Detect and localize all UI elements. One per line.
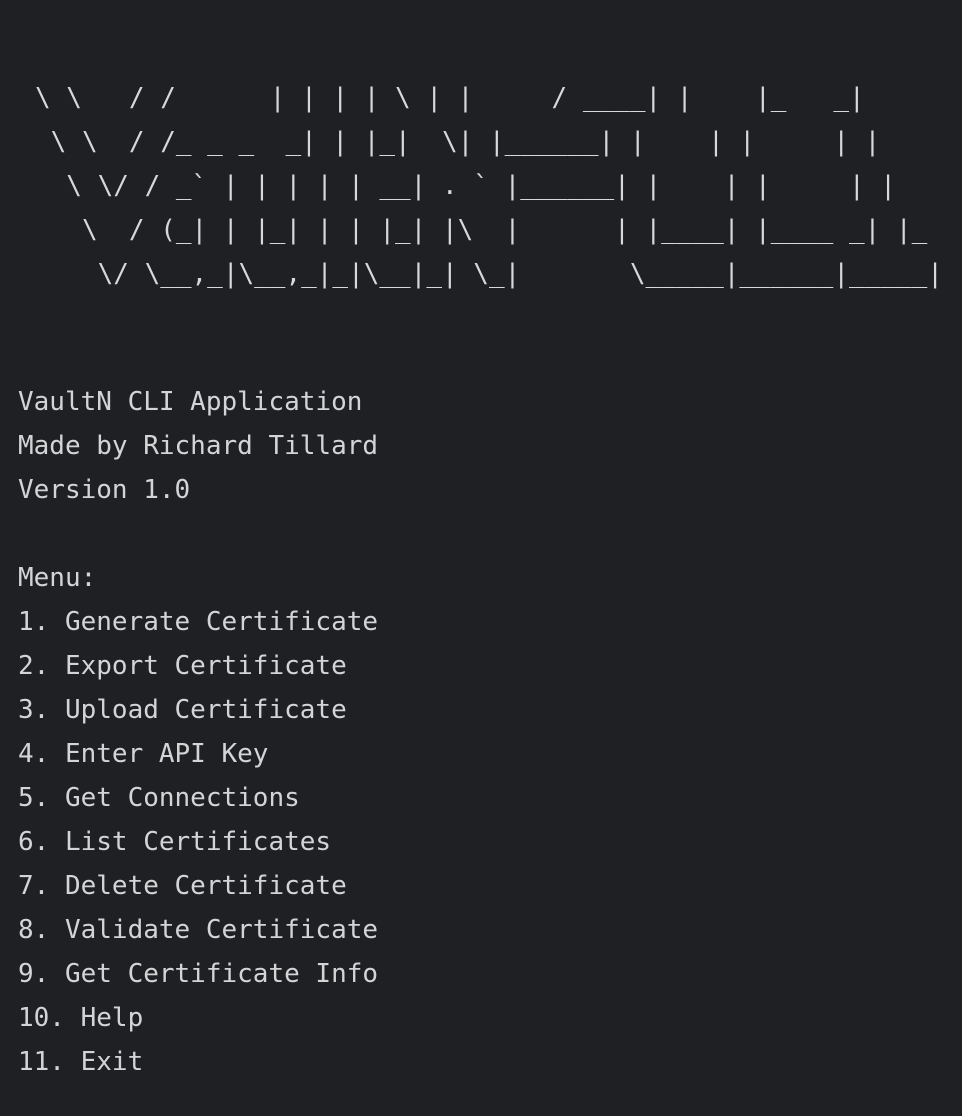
menu-list: 1. Generate Certificate 2. Export Certif… (18, 600, 378, 1084)
app-version: Version 1.0 (18, 475, 191, 505)
menu-item-export-certificate: 2. Export Certificate (18, 651, 347, 681)
menu-item-get-connections: 5. Get Connections (18, 783, 300, 813)
menu-item-generate-certificate: 1. Generate Certificate (18, 607, 379, 637)
app-author: Made by Richard Tillard (18, 431, 379, 461)
menu-title: Menu: (18, 563, 97, 593)
menu-item-upload-certificate: 3. Upload Certificate (18, 695, 347, 725)
menu-item-help: 10. Help (18, 1003, 144, 1033)
menu-item-enter-api-key: 4. Enter API Key (18, 739, 269, 769)
ascii-banner-line: \ \ / /_ _ _ _| | |_| \| |______| | | | … (35, 127, 881, 157)
ascii-banner-line: \ / (_| | |_| | | |_| |\ | | |____| |___… (35, 215, 928, 245)
menu-item-list-certificates: 6. List Certificates (18, 827, 332, 857)
ascii-banner-line: \ \/ / _` | | | | | __| . ` |______| | |… (35, 171, 896, 201)
app-name: VaultN CLI Application (18, 387, 363, 417)
terminal-window: \ \ / / | | | | \ | | / ____| | |_ _| \ … (0, 0, 962, 1116)
ascii-banner: \ \ / / | | | | \ | | / ____| | |_ _| \ … (35, 76, 943, 296)
menu-item-validate-certificate: 8. Validate Certificate (18, 915, 379, 945)
menu-item-exit: 11. Exit (18, 1047, 144, 1077)
terminal-output: VaultN CLI Application Made by Richard T… (18, 380, 378, 1084)
ascii-banner-line: \ \ / / | | | | \ | | / ____| | |_ _| (35, 83, 865, 113)
menu-item-delete-certificate: 7. Delete Certificate (18, 871, 347, 901)
ascii-banner-line: \/ \__,_|\__,_|_|\__|_| \_| \_____|_____… (35, 259, 943, 289)
menu-item-get-certificate-info: 9. Get Certificate Info (18, 959, 379, 989)
